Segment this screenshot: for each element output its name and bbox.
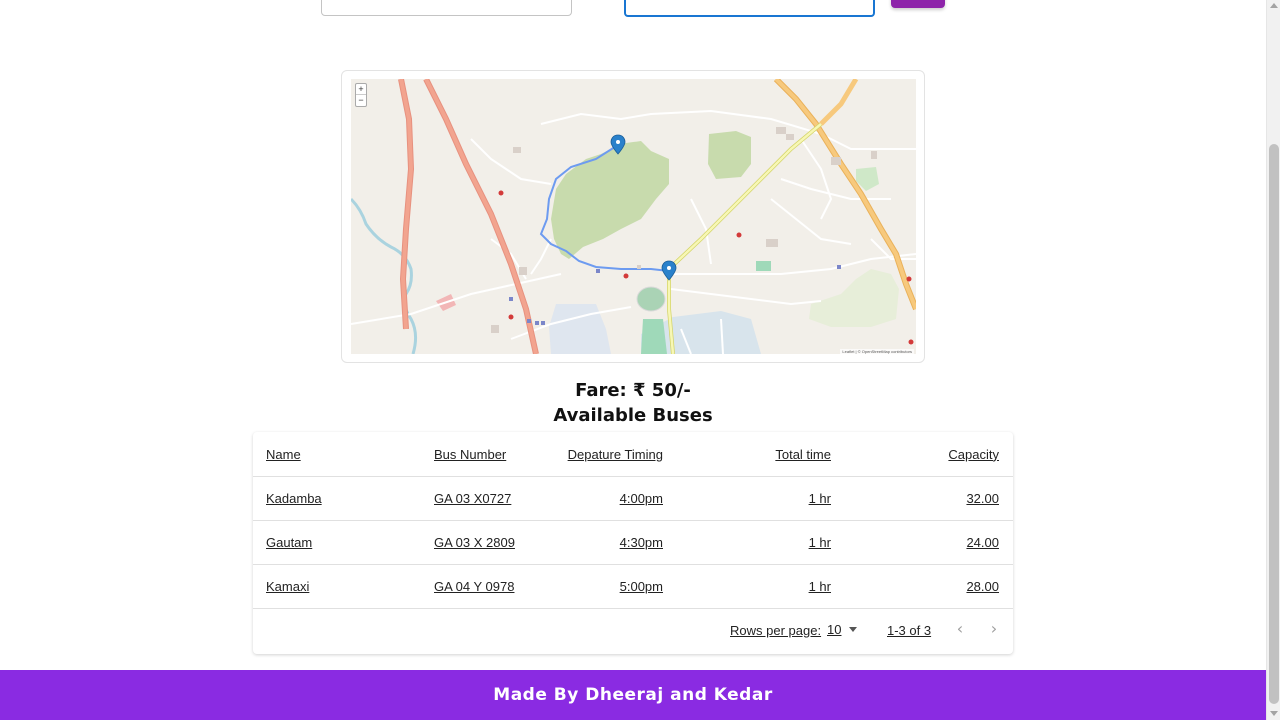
zoom-in-button[interactable]: +: [356, 84, 366, 95]
cell-departure[interactable]: 5:00pm: [620, 565, 663, 608]
source-field[interactable]: [321, 0, 572, 16]
previous-page-button[interactable]: ‹: [951, 620, 969, 638]
cell-total-time[interactable]: 1 hr: [809, 565, 831, 608]
search-button[interactable]: [891, 0, 945, 8]
destination-field[interactable]: [624, 0, 875, 17]
zoom-out-button[interactable]: −: [356, 95, 366, 106]
table-row[interactable]: Kamaxi GA 04 Y 0978 5:00pm 1 hr 28.00: [253, 565, 1013, 609]
cell-total-time[interactable]: 1 hr: [809, 477, 831, 520]
scroll-down-arrow-icon[interactable]: [1270, 711, 1278, 716]
column-header-bus-number[interactable]: Bus Number: [434, 432, 506, 476]
buses-table: Name Bus Number Depature Timing Total ti…: [253, 432, 1013, 654]
cell-name[interactable]: Kamaxi: [266, 565, 309, 608]
cell-name[interactable]: Kadamba: [266, 477, 322, 520]
table-pagination: Rows per page: 10 1-3 of 3 ‹ ›: [253, 609, 1013, 653]
pagination-range: 1-3 of 3: [887, 623, 932, 638]
vertical-scrollbar[interactable]: [1266, 0, 1280, 720]
column-header-departure[interactable]: Depature Timing: [568, 432, 663, 476]
column-header-total-time[interactable]: Total time: [775, 432, 831, 476]
map-card: + − Leaflet | © OpenStreetMap contributo…: [341, 70, 925, 363]
cell-bus-number[interactable]: GA 03 X 2809: [434, 521, 515, 564]
caret-down-icon: [849, 627, 858, 632]
scrollbar-thumb[interactable]: [1269, 144, 1279, 704]
cell-name[interactable]: Gautam: [266, 521, 312, 564]
column-header-capacity[interactable]: Capacity: [948, 432, 999, 476]
column-header-name[interactable]: Name: [266, 432, 301, 476]
route-map[interactable]: + − Leaflet | © OpenStreetMap contributo…: [351, 79, 916, 354]
rows-per-page-label: Rows per page:: [730, 623, 822, 638]
map-tiles: [351, 79, 916, 354]
cell-capacity[interactable]: 24.00: [966, 521, 999, 564]
map-zoom-control: + −: [355, 83, 367, 107]
available-buses-heading: Available Buses: [553, 405, 713, 426]
footer: Made By Dheeraj and Kedar: [0, 670, 1266, 720]
table-row[interactable]: Kadamba GA 03 X0727 4:00pm 1 hr 32.00: [253, 477, 1013, 521]
rows-per-page-select[interactable]: 10: [827, 622, 858, 637]
cell-capacity[interactable]: 28.00: [966, 565, 999, 608]
table-row[interactable]: Gautam GA 03 X 2809 4:30pm 1 hr 24.00: [253, 521, 1013, 565]
scroll-up-arrow-icon[interactable]: [1270, 3, 1278, 8]
cell-bus-number[interactable]: GA 04 Y 0978: [434, 565, 514, 608]
chevron-left-icon: ‹: [956, 619, 964, 638]
cell-bus-number[interactable]: GA 03 X0727: [434, 477, 511, 520]
next-page-button[interactable]: ›: [985, 620, 1003, 638]
cell-departure[interactable]: 4:30pm: [620, 521, 663, 564]
map-attribution[interactable]: Leaflet | © OpenStreetMap contributors: [840, 349, 914, 354]
table-header-row: Name Bus Number Depature Timing Total ti…: [253, 432, 1013, 477]
rows-per-page-value: 10: [827, 622, 842, 637]
fare-text: Fare: ₹ 50/-: [575, 380, 691, 401]
chevron-right-icon: ›: [990, 619, 998, 638]
footer-text: Made By Dheeraj and Kedar: [493, 685, 773, 705]
page: + − Leaflet | © OpenStreetMap contributo…: [0, 0, 1266, 720]
cell-departure[interactable]: 4:00pm: [620, 477, 663, 520]
cell-capacity[interactable]: 32.00: [966, 477, 999, 520]
cell-total-time[interactable]: 1 hr: [809, 521, 831, 564]
